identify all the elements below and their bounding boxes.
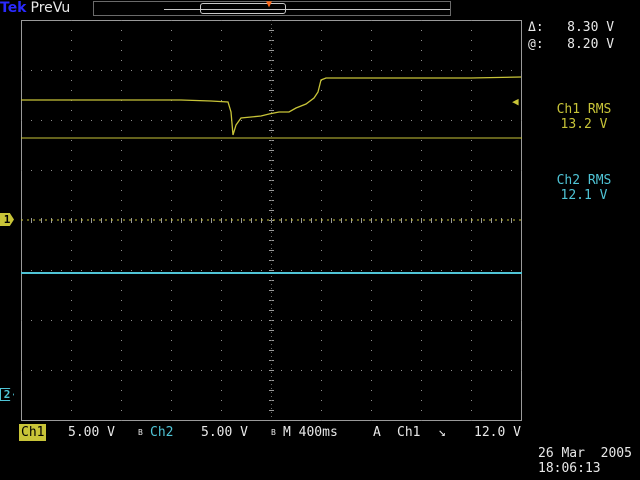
timebase[interactable]: M 400ms (283, 424, 338, 441)
graticule (21, 20, 522, 421)
measurement-ch1-rms: Ch1 RMS 13.2 V (528, 102, 640, 132)
ch1-scale: 5.00 V (68, 425, 115, 440)
measurement-ch1-value: 13.2 V (560, 117, 608, 132)
ch2-scale: 5.00 V (201, 425, 248, 440)
trigger-prefix: A (373, 425, 381, 440)
trigger-position-icon: ▼ (266, 0, 273, 10)
record-window[interactable] (200, 3, 286, 14)
datetime: 26 Mar 2005 18:06:13 (538, 446, 632, 476)
ch2-marker[interactable]: 2 (0, 388, 14, 401)
ch1-marker[interactable]: 1 (0, 213, 14, 226)
ch2-label[interactable]: Ch2 (150, 424, 174, 441)
time: 18:06:13 (538, 461, 601, 476)
cursor-at-readout: @: 8.20 V (528, 37, 614, 52)
date: 26 Mar 2005 (538, 446, 632, 461)
cursor-at-label: @: (528, 37, 544, 52)
measurement-ch2-value: 12.1 V (560, 188, 608, 203)
top-bar: Tek PreVu ▼ (0, 0, 640, 18)
cursor-at-value: 8.20 V (567, 37, 615, 52)
cursor-delta-label: Δ: (528, 20, 544, 35)
cursor-delta-readout: Δ: 8.30 V (528, 20, 614, 35)
brand-logo: Tek (0, 0, 27, 16)
acquisition-mode: PreVu (30, 0, 71, 16)
status-bar: Ch1 5.00 V B Ch2 5.00 V B M 400ms A Ch1 … (0, 424, 640, 442)
brand-label: Tek PreVu (0, 0, 70, 17)
measurement-ch2-name: Ch2 RMS (556, 173, 612, 188)
bandwidth-limit-icon: B (138, 428, 143, 437)
trigger-slope-icon: ↘ (438, 425, 446, 440)
trigger-level-icon: ◀ (512, 95, 519, 108)
trigger-level[interactable]: 12.0 V (474, 424, 521, 441)
trigger-source[interactable]: Ch1 (397, 424, 420, 441)
measurement-ch2-rms: Ch2 RMS 12.1 V (528, 173, 640, 203)
bandwidth-limit-icon-2: B (271, 428, 276, 437)
measurement-ch1-name: Ch1 RMS (556, 102, 612, 117)
cursor-delta-value: 8.30 V (567, 20, 615, 35)
ch1-label[interactable]: Ch1 (19, 424, 47, 441)
